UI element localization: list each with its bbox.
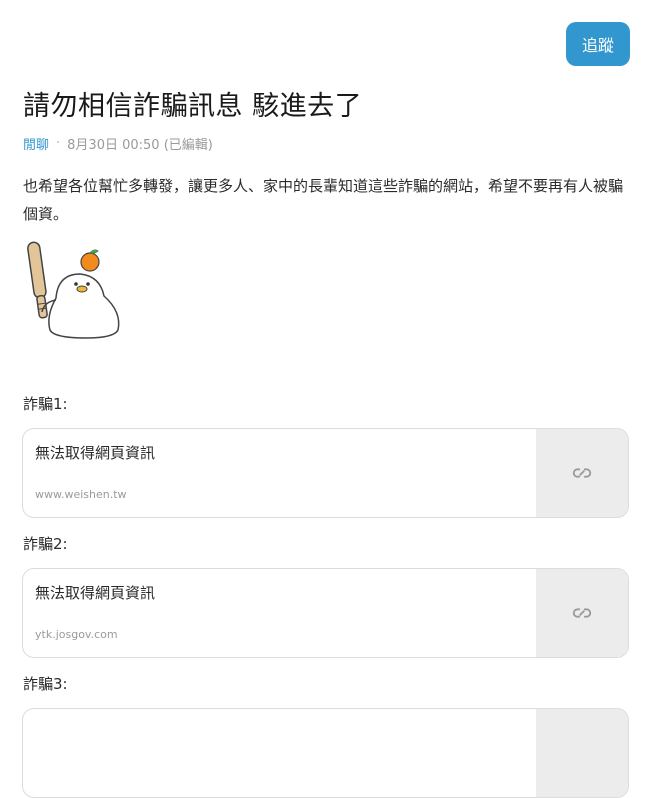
link-preview-url: www.weishen.tw [35, 488, 127, 501]
link-icon [572, 608, 592, 618]
link-preview-card-2[interactable]: 無法取得網頁資訊 ytk.josgov.com [22, 568, 629, 658]
link-icon [572, 468, 592, 478]
scam-label-3: 詐騙3: [23, 675, 68, 693]
post-meta: 閒聊 · 8月30日 00:50 (已編輯) [23, 134, 213, 153]
forum-link[interactable]: 閒聊 [23, 134, 49, 153]
post-body: 也希望各位幫忙多轉發，讓更多人、家中的長輩知道這些詐騙的網站，希望不要再有人被騙… [23, 177, 624, 223]
scam-label-2: 詐騙2: [23, 535, 68, 553]
link-thumbnail [536, 569, 628, 657]
duck-sticker-image [24, 238, 124, 346]
link-thumbnail [536, 429, 628, 517]
link-preview-text: 無法取得網頁資訊 www.weishen.tw [23, 429, 536, 517]
meta-separator: · [56, 136, 61, 151]
link-thumbnail [536, 709, 628, 797]
link-preview-card-3[interactable] [22, 708, 629, 798]
link-preview-card-1[interactable]: 無法取得網頁資訊 www.weishen.tw [22, 428, 629, 518]
link-preview-url: ytk.josgov.com [35, 628, 118, 641]
link-preview-text: 無法取得網頁資訊 ytk.josgov.com [23, 569, 536, 657]
link-preview-title: 無法取得網頁資訊 [35, 584, 156, 602]
follow-button[interactable]: 追蹤 [566, 22, 630, 66]
scam-label-1: 詐騙1: [23, 395, 68, 413]
post-timestamp: 8月30日 00:50 (已編輯) [67, 138, 213, 153]
link-preview-title: 無法取得網頁資訊 [35, 444, 156, 462]
link-preview-text [23, 709, 536, 797]
post-title: 請勿相信詐騙訊息 駭進去了 [23, 91, 363, 122]
